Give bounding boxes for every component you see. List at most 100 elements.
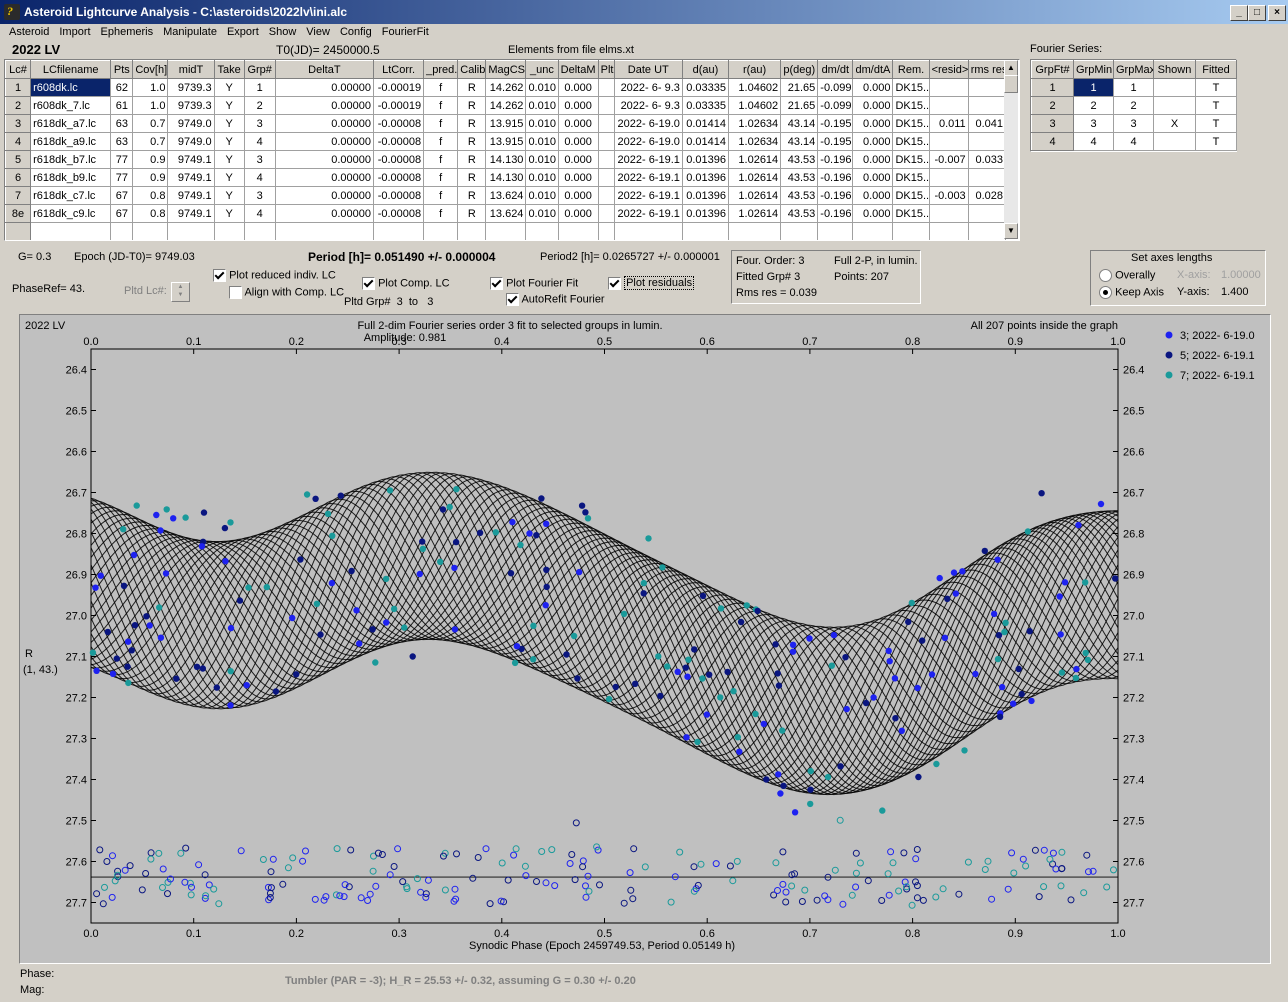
pltd-lc-spinner[interactable]: ▲ ▼ — [171, 282, 190, 302]
residual-point[interactable] — [774, 887, 781, 894]
residual-point[interactable] — [266, 889, 274, 897]
residual-point[interactable] — [147, 855, 155, 863]
table-cell[interactable] — [213, 222, 245, 240]
table-row[interactable]: 8e r618dk_c9.lc 67 0.8 9749.1 Y 4 0.00000 -0.000… — [5, 204, 1007, 223]
data-point[interactable] — [994, 556, 1001, 563]
data-point[interactable] — [453, 486, 460, 493]
data-point[interactable] — [157, 527, 164, 534]
column-header[interactable]: Take — [213, 60, 245, 79]
table-cell[interactable]: -0.00008 — [373, 168, 425, 187]
data-point[interactable] — [328, 579, 336, 587]
data-point[interactable] — [632, 680, 639, 687]
data-point[interactable] — [682, 664, 689, 671]
table-cell[interactable] — [613, 222, 683, 240]
table-cell[interactable]: 0.000 — [557, 186, 599, 205]
table-cell[interactable]: DK15.. — [892, 204, 930, 223]
data-point[interactable] — [752, 710, 759, 718]
data-point[interactable] — [584, 515, 592, 522]
data-point[interactable] — [245, 584, 252, 591]
table-cell[interactable] — [681, 222, 730, 240]
data-point[interactable] — [574, 675, 581, 682]
data-point[interactable] — [944, 595, 951, 602]
table-cell[interactable]: 0.000 — [852, 204, 894, 223]
grp-to-value[interactable]: 3 — [427, 296, 433, 308]
table-cell[interactable]: f — [423, 204, 459, 223]
residual-point[interactable] — [279, 880, 287, 888]
table-row[interactable]: 2 r608dk_7.lc 61 1.0 9739.3 Y 2 0.00000 -0.00019… — [5, 96, 1007, 115]
table-cell[interactable] — [852, 222, 894, 240]
data-point[interactable] — [113, 655, 121, 662]
column-header[interactable]: Date UT — [613, 60, 683, 79]
data-point[interactable] — [222, 558, 229, 565]
table-cell[interactable]: 2022- 6-19.1 — [613, 204, 683, 223]
row-header[interactable]: 4 — [5, 132, 32, 151]
table-cell[interactable]: -0.003 — [928, 186, 969, 205]
residual-point[interactable] — [99, 900, 107, 908]
data-point[interactable] — [842, 654, 849, 661]
residual-point[interactable] — [913, 882, 921, 890]
data-point[interactable] — [162, 570, 170, 577]
data-point[interactable] — [941, 634, 949, 641]
table-cell[interactable]: 0.000 — [557, 150, 599, 169]
table-cell[interactable]: f — [423, 168, 459, 187]
residual-point[interactable] — [566, 860, 574, 867]
residual-point[interactable] — [259, 856, 267, 863]
data-point[interactable] — [221, 524, 229, 532]
column-header[interactable]: Cov[h] — [132, 60, 169, 79]
keep-axis-option[interactable]: Keep Axis — [1099, 286, 1164, 299]
data-point[interactable] — [120, 582, 128, 589]
data-point[interactable] — [789, 641, 797, 648]
table-cell[interactable]: 61 — [110, 96, 134, 115]
table-cell[interactable]: 1.02634 — [728, 114, 782, 133]
residual-point[interactable] — [269, 855, 277, 863]
table-cell[interactable]: 9749.0 — [167, 114, 215, 133]
data-point[interactable] — [777, 790, 784, 797]
table-cell[interactable]: 0.000 — [852, 114, 894, 133]
data-point[interactable] — [93, 667, 100, 674]
table-cell[interactable] — [817, 222, 854, 240]
data-point[interactable] — [612, 683, 619, 691]
column-header[interactable]: MagCS — [485, 60, 527, 79]
table-cell[interactable]: R — [457, 78, 487, 97]
table-cell[interactable]: R — [457, 132, 487, 151]
table-cell[interactable] — [597, 168, 615, 187]
table-cell[interactable]: Y — [213, 96, 245, 115]
data-point[interactable] — [143, 613, 150, 620]
data-point[interactable] — [492, 529, 499, 536]
residual-point[interactable] — [369, 867, 377, 875]
table-cell[interactable]: -0.00008 — [373, 150, 425, 169]
residual-point[interactable] — [1057, 882, 1065, 890]
residual-point[interactable] — [572, 819, 580, 827]
table-cell[interactable]: Y — [213, 168, 245, 187]
data-point[interactable] — [293, 671, 300, 678]
residual-point[interactable] — [1008, 849, 1016, 857]
table-cell[interactable]: 1.02614 — [728, 168, 782, 187]
table-cell[interactable] — [967, 96, 1007, 115]
data-point[interactable] — [837, 763, 844, 770]
data-point[interactable] — [390, 605, 398, 613]
residual-point[interactable] — [542, 879, 550, 887]
scroll-up-icon[interactable]: ▲ — [1004, 60, 1018, 76]
table-cell[interactable]: r608dk_7.lc — [30, 96, 112, 115]
column-header[interactable]: p(deg) — [780, 60, 819, 79]
table-cell[interactable]: -0.00008 — [373, 114, 425, 133]
table-cell[interactable]: -0.007 — [928, 150, 969, 169]
fourier-cell[interactable]: 1 — [1113, 78, 1154, 97]
table-cell[interactable]: 0.033 — [967, 150, 1007, 169]
residual-point[interactable] — [955, 890, 963, 898]
data-point[interactable] — [885, 647, 892, 655]
data-point[interactable] — [199, 665, 206, 672]
data-point[interactable] — [791, 809, 799, 816]
column-header[interactable]: dm/dt — [817, 60, 854, 79]
table-cell[interactable]: r608dk.lc — [30, 78, 112, 97]
column-header[interactable]: LtCorr. — [373, 60, 425, 79]
table-cell[interactable]: 43.53 — [780, 150, 819, 169]
residual-point[interactable] — [630, 845, 638, 853]
data-point[interactable] — [526, 530, 533, 537]
residual-point[interactable] — [394, 845, 402, 853]
table-cell[interactable]: 2022- 6-19.1 — [613, 150, 683, 169]
data-point[interactable] — [994, 655, 1002, 663]
residual-point[interactable] — [422, 890, 430, 898]
table-row[interactable]: 6 r618dk_b9.lc 77 0.9 9749.1 Y 4 0.00000 -0.0000… — [5, 168, 1007, 187]
data-point[interactable] — [1084, 656, 1092, 664]
